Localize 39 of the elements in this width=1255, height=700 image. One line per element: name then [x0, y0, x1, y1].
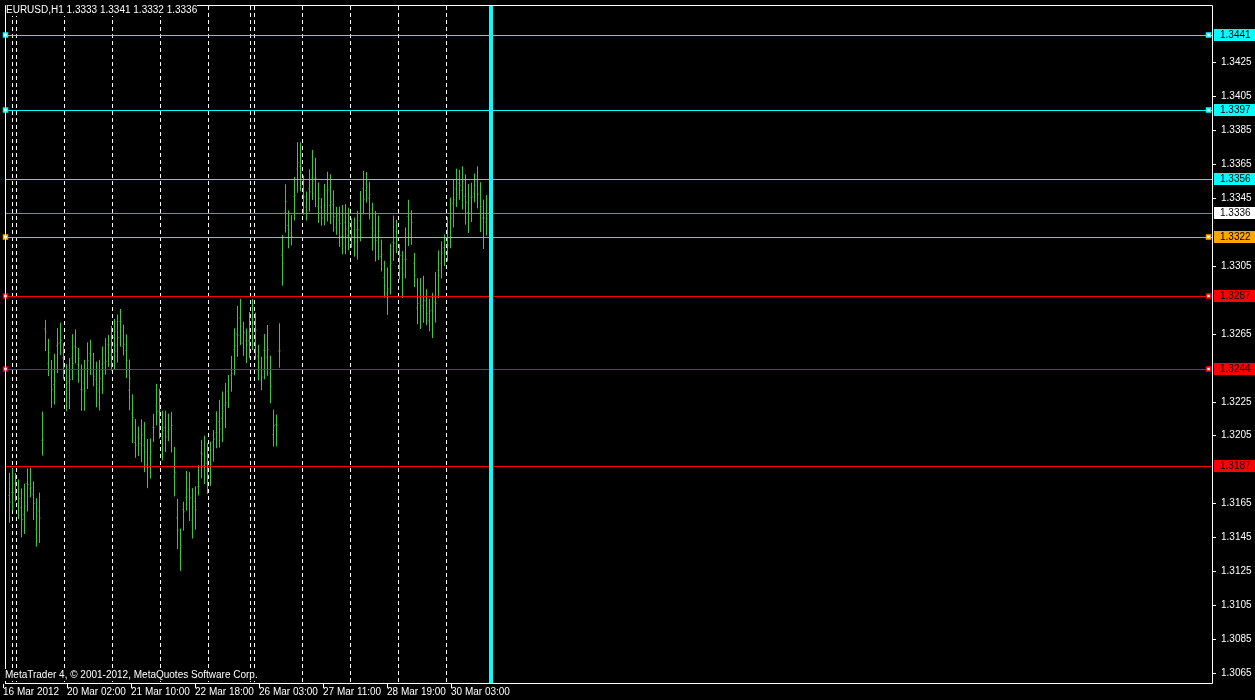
- selection-handle[interactable]: [1205, 366, 1212, 372]
- time-label: 27 Mar 11:00: [323, 686, 382, 698]
- price-tick: 1.3145: [1221, 531, 1252, 543]
- time-label: 26 Mar 03:00: [259, 686, 318, 698]
- price-label: 1.3397: [1214, 104, 1255, 116]
- chart-title: EURUSD,H1 1.3333 1.3341 1.3332 1.3336: [6, 4, 198, 16]
- price-label: 1.3187: [1214, 460, 1255, 472]
- price-tick: 1.3065: [1221, 667, 1252, 679]
- price-tick: 1.3265: [1221, 328, 1252, 340]
- time-label: 20 Mar 02:00: [67, 686, 126, 698]
- price-tick: 1.3165: [1221, 497, 1252, 509]
- price-tick: 1.3425: [1221, 56, 1252, 68]
- selection-handle[interactable]: [1205, 293, 1212, 299]
- price-tick: 1.3105: [1221, 599, 1252, 611]
- price-tick: 1.3205: [1221, 429, 1252, 441]
- price-label: 1.3441: [1214, 29, 1255, 41]
- price-tick: 1.3225: [1221, 396, 1252, 408]
- price-tick: 1.3345: [1221, 192, 1252, 204]
- price-tick: 1.3125: [1221, 565, 1252, 577]
- time-label: 30 Mar 03:00: [451, 686, 510, 698]
- price-tick: 1.3405: [1221, 90, 1252, 102]
- copyright-text: MetaTrader 4, © 2001-2012, MetaQuotes Software Corp.: [5, 669, 258, 681]
- time-label: 16 Mar 2012: [3, 686, 60, 698]
- selection-handle[interactable]: [2, 293, 9, 299]
- price-label: 1.3244: [1214, 363, 1255, 375]
- price-tick: 1.3305: [1221, 260, 1252, 272]
- price-tick: 1.3385: [1221, 124, 1252, 136]
- selection-handle[interactable]: [1205, 234, 1212, 240]
- price-tick: 1.3365: [1221, 158, 1252, 170]
- price-label: 1.3287: [1214, 290, 1255, 302]
- price-label: 1.3336: [1214, 207, 1255, 219]
- time-label: 22 Mar 18:00: [195, 686, 254, 698]
- selection-handle[interactable]: [2, 366, 9, 372]
- time-label: 28 Mar 19:00: [387, 686, 446, 698]
- time-label: 21 Mar 10:00: [131, 686, 190, 698]
- price-tick: 1.3085: [1221, 633, 1252, 645]
- price-label: 1.3322: [1214, 231, 1255, 243]
- price-label: 1.3356: [1214, 173, 1255, 185]
- selection-handle[interactable]: [2, 234, 9, 240]
